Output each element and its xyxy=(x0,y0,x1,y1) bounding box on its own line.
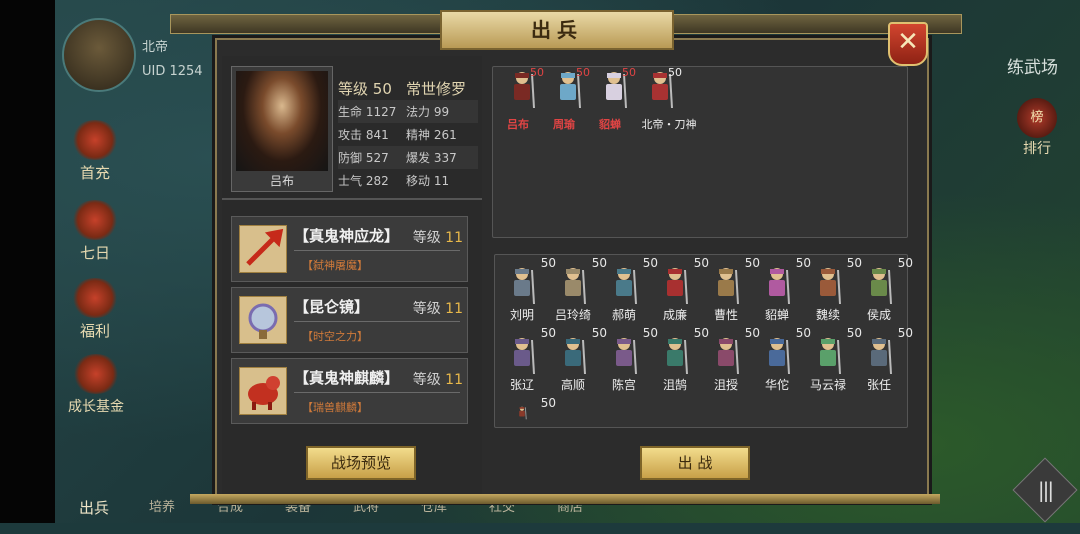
general-level: 50 xyxy=(897,326,913,340)
general-sprite xyxy=(565,268,586,305)
ranking-button[interactable]: 榜 排行 xyxy=(1012,98,1062,168)
treasure-icon xyxy=(71,278,119,318)
general-sprite xyxy=(514,268,535,305)
general-sprite xyxy=(718,338,739,375)
side-item-first-recharge[interactable]: 首充 xyxy=(65,120,125,183)
nav-train[interactable]: 培养 xyxy=(128,493,196,523)
team-member[interactable]: 50 貂蝉 xyxy=(588,66,636,136)
team-member[interactable]: 50 周瑜 xyxy=(542,66,590,136)
divider xyxy=(294,392,460,393)
roster-general[interactable]: 50 张任 xyxy=(853,326,913,398)
screen-edge xyxy=(0,0,55,523)
divider xyxy=(294,321,460,322)
general-sprite xyxy=(616,268,637,305)
general-sprite xyxy=(769,268,790,305)
general-sprite xyxy=(519,406,527,420)
general-name: 侯成 xyxy=(866,308,891,322)
stat-row: 攻击 841 精神 261 xyxy=(338,128,457,142)
calendar-icon xyxy=(71,200,119,240)
close-icon: ✕ xyxy=(897,27,919,57)
close-button[interactable]: ✕ xyxy=(888,22,928,66)
team-member[interactable]: 50 吕布 xyxy=(496,66,544,136)
ranking-icon: 榜 xyxy=(1017,98,1057,138)
player-avatar[interactable] xyxy=(62,18,136,92)
coin-icon xyxy=(72,354,120,394)
level-label: 等级 xyxy=(338,79,369,98)
area-label: 练武场 xyxy=(1007,58,1058,78)
general-name: 张任 xyxy=(866,378,891,392)
hero-portrait xyxy=(236,71,328,171)
menu-icon: ||| xyxy=(1037,478,1053,502)
team-member[interactable]: 50 北帝・刀神 xyxy=(634,66,697,136)
general-sprite xyxy=(667,338,688,375)
stat-row: 生命 1127 法力 99 xyxy=(338,100,478,123)
hero-title: 常世修罗 xyxy=(406,79,467,98)
dialog-title: 出兵 xyxy=(440,10,674,50)
hero-name: 吕布 xyxy=(269,174,294,188)
divider xyxy=(294,250,460,251)
hero-portrait-card[interactable]: 吕布 xyxy=(231,66,333,192)
server-label: 北帝 xyxy=(142,40,169,55)
general-sprite xyxy=(514,338,535,375)
level-value: 50 xyxy=(372,79,392,98)
member-name: 吕布 xyxy=(507,118,529,131)
general-level: 50 xyxy=(540,396,556,410)
general-sprite xyxy=(820,338,841,375)
equipment-slot[interactable]: 【真鬼神应龙】 等级 11 【弑神屠魔】 xyxy=(231,216,468,282)
equipment-slot[interactable]: 【昆仑镜】 等级 11 【时空之力】 xyxy=(231,287,468,353)
roster-general[interactable]: 50 侯成 xyxy=(853,256,913,328)
general-sprite xyxy=(616,338,637,375)
roster-general[interactable]: 50 xyxy=(496,396,556,422)
general-sprite xyxy=(667,268,688,305)
side-item-growth-fund[interactable]: 成长基金 xyxy=(60,354,132,416)
gift-icon xyxy=(71,120,119,160)
member-name: 貂蝉 xyxy=(599,118,621,131)
nav-deploy[interactable]: 出兵 xyxy=(60,493,128,523)
qilin-icon xyxy=(239,367,287,415)
equipment-slot[interactable]: 【真鬼神麒麟】 等级 11 【瑞兽麒麟】 xyxy=(231,358,468,424)
general-sprite xyxy=(871,268,892,305)
general-sprite xyxy=(769,338,790,375)
member-name: 北帝・刀神 xyxy=(641,118,697,131)
side-item-welfare[interactable]: 福利 xyxy=(65,278,125,341)
member-level: 50 xyxy=(668,66,682,79)
member-name: 周瑜 xyxy=(553,118,575,131)
general-sprite xyxy=(565,338,586,375)
general-level: 50 xyxy=(897,256,913,270)
general-sprite xyxy=(820,268,841,305)
stat-row: 防御 527 爆发 337 xyxy=(338,146,478,169)
mirror-icon xyxy=(239,296,287,344)
uid-label: UID 1254 xyxy=(142,64,203,79)
deploy-fight-button[interactable]: 出 战 xyxy=(640,446,750,480)
side-item-seven-days[interactable]: 七日 xyxy=(65,200,125,263)
general-sprite xyxy=(871,338,892,375)
battlefield-preview-button[interactable]: 战场预览 xyxy=(306,446,416,480)
general-sprite xyxy=(718,268,739,305)
dialog-bottom-frame xyxy=(190,494,940,504)
halberd-icon xyxy=(239,225,287,273)
divider xyxy=(222,198,482,200)
stat-row: 士气 282 移动 11 xyxy=(338,174,450,188)
hero-stats: 等级 50 常世修罗 生命 1127 法力 99 攻击 841 精神 261 防… xyxy=(338,76,478,192)
